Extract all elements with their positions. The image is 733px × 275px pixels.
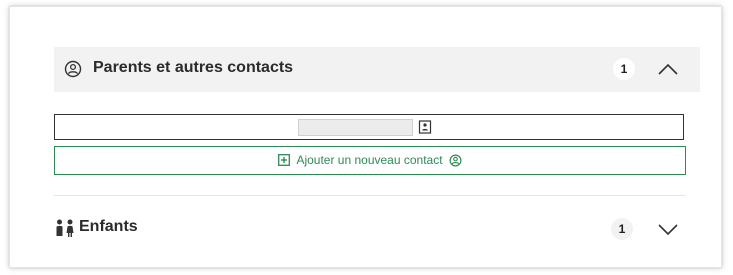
- add-contact-label: Ajouter un nouveau contact: [296, 153, 443, 167]
- section-divider: [54, 195, 686, 196]
- children-section-header[interactable]: Enfants 1: [54, 212, 700, 246]
- parents-count-badge: 1: [613, 58, 635, 80]
- person-circle-icon: [64, 60, 82, 78]
- add-contact-button[interactable]: Ajouter un nouveau contact: [54, 146, 686, 175]
- chevron-up-icon[interactable]: [657, 62, 679, 76]
- contact-card-icon[interactable]: [418, 120, 432, 134]
- children-icon: [56, 219, 74, 237]
- children-count-badge: 1: [611, 218, 633, 240]
- children-section-title: Enfants: [79, 218, 138, 235]
- person-circle-icon: [449, 154, 462, 166]
- chevron-down-icon[interactable]: [657, 223, 679, 237]
- contact-input[interactable]: [298, 119, 413, 136]
- parents-section-header[interactable]: Parents et autres contacts 1: [54, 47, 700, 92]
- contacts-card: Parents et autres contacts 1 Ajouter un …: [9, 6, 722, 268]
- parents-section-title: Parents et autres contacts: [93, 59, 294, 76]
- contact-row: [54, 114, 684, 140]
- plus-square-icon: [278, 154, 291, 166]
